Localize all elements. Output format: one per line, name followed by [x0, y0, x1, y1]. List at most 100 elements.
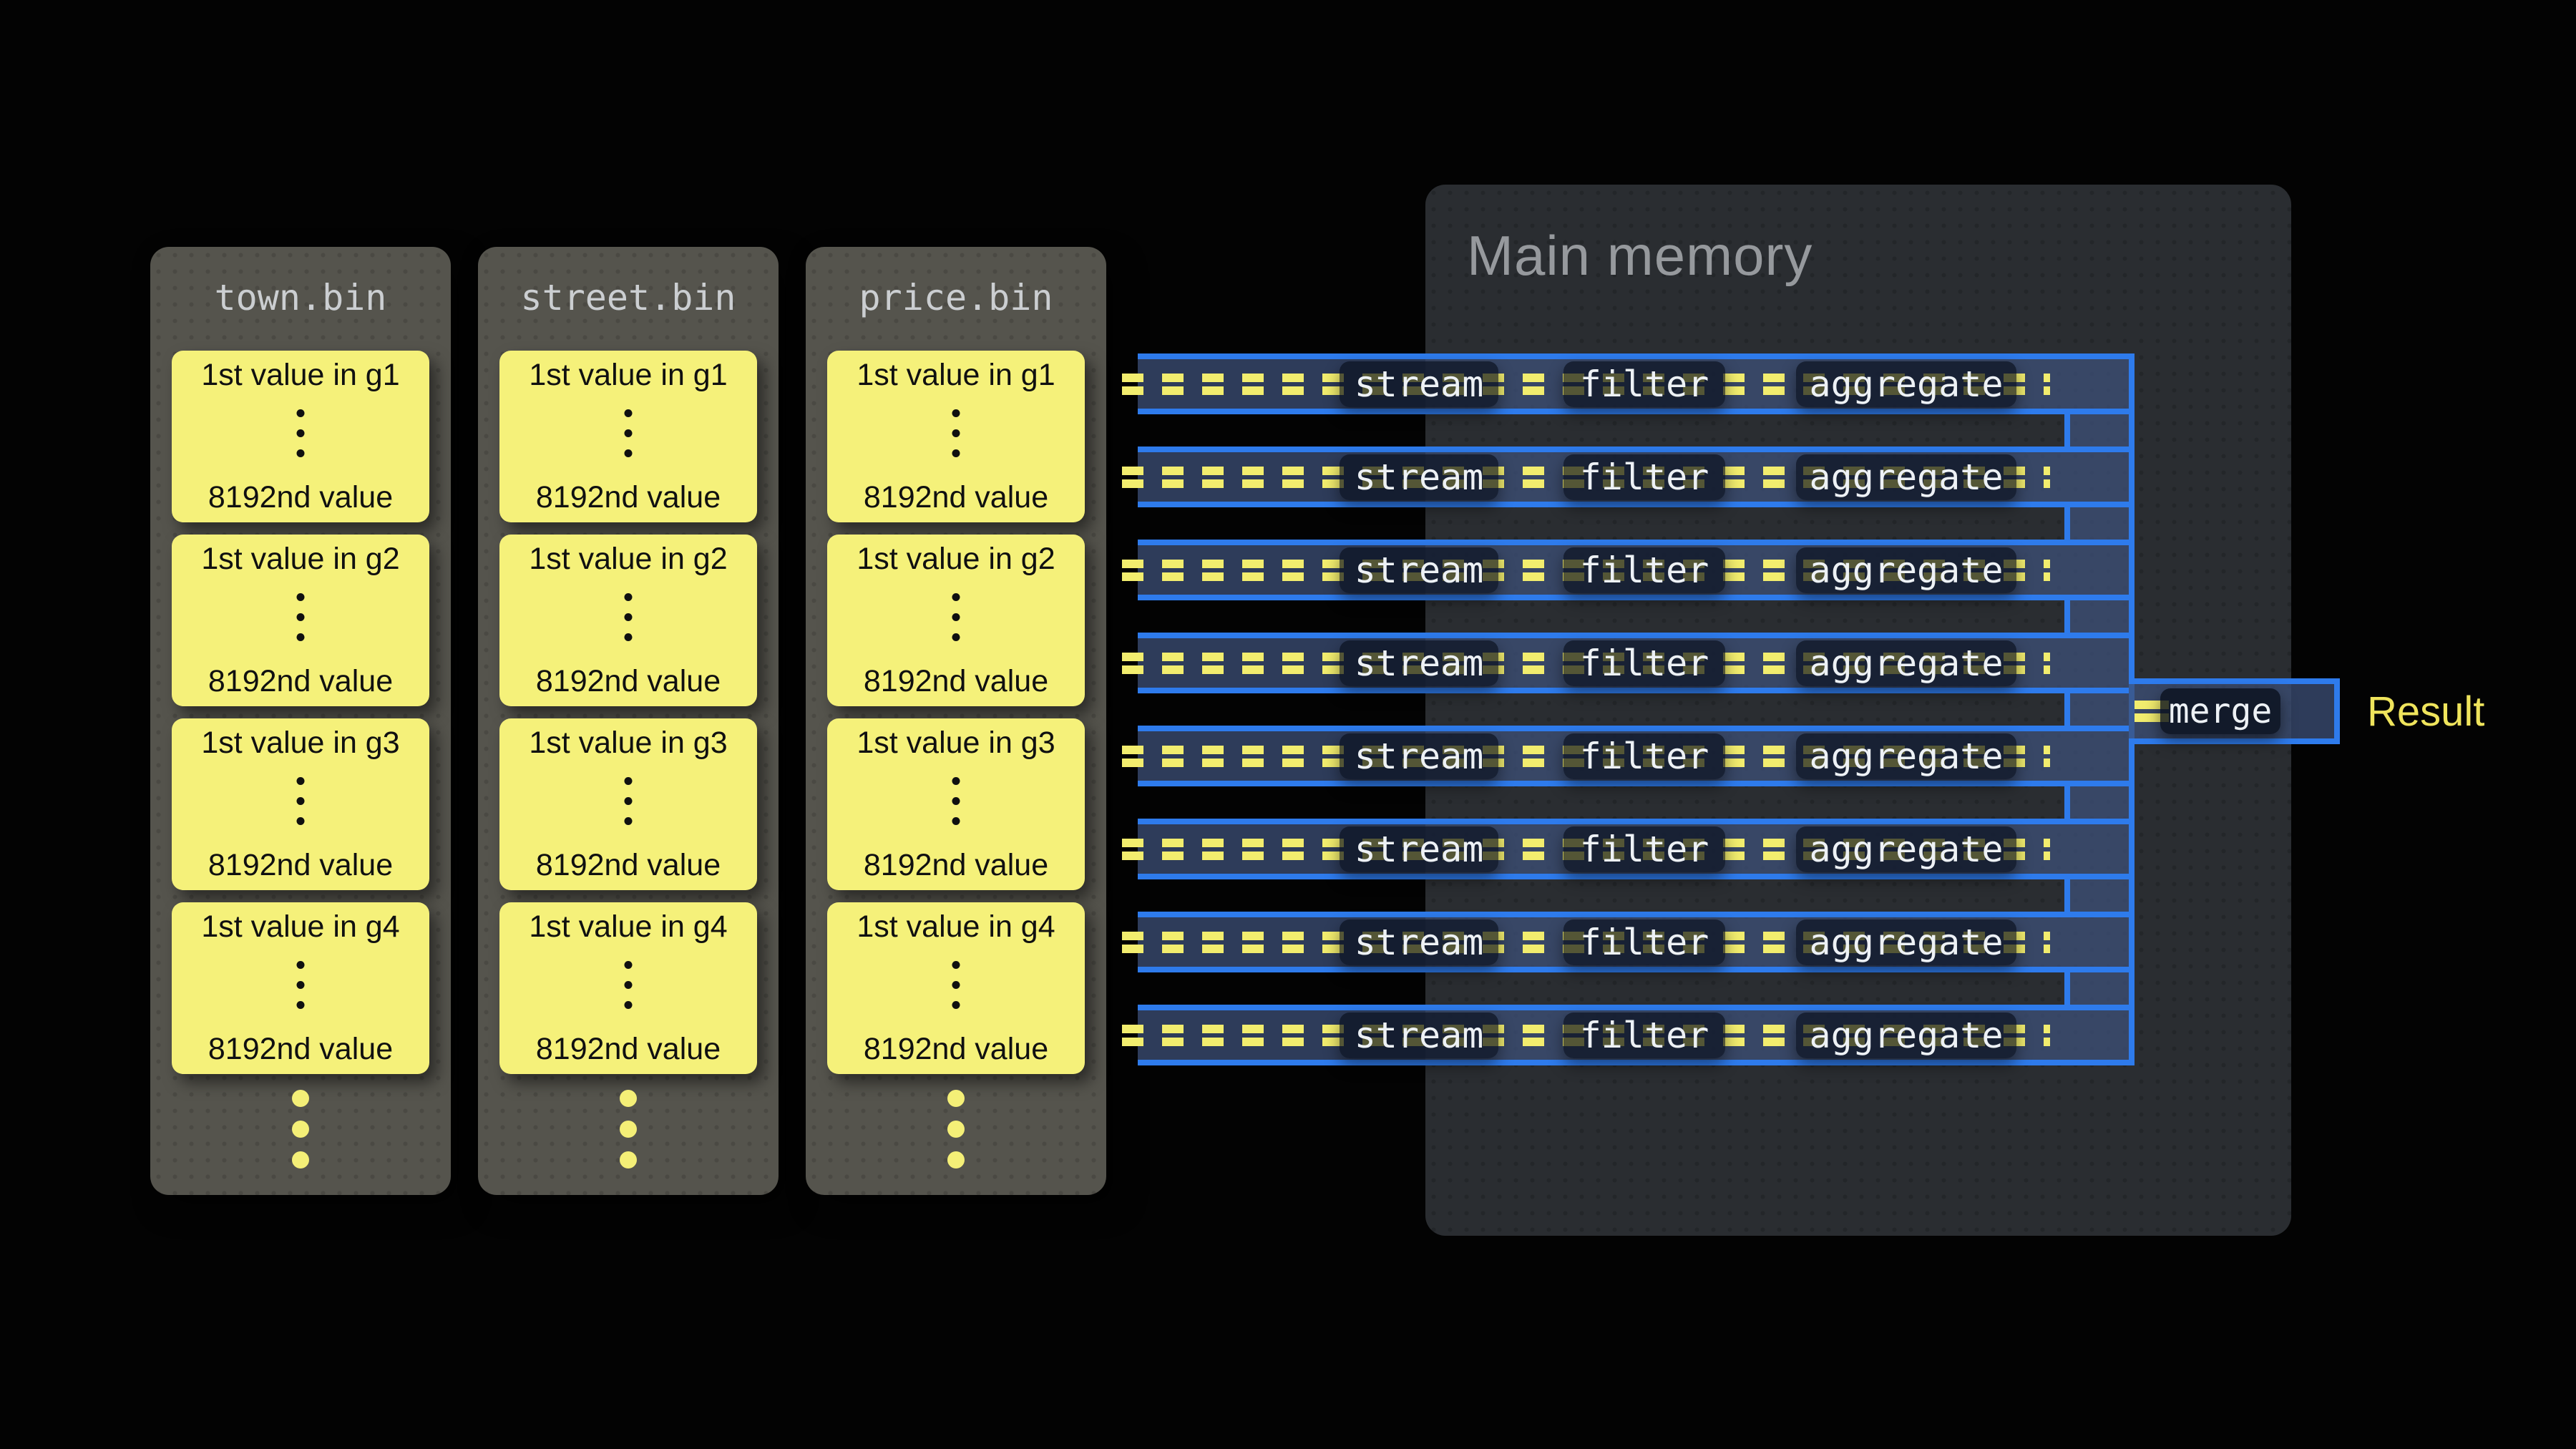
stream-node: stream — [1340, 361, 1498, 407]
aggregate-label: aggregate — [1810, 1015, 2004, 1056]
ellipsis-icon — [952, 777, 960, 825]
group-last-value: 8192nd value — [172, 480, 429, 515]
group-first-value: 1st value in g1 — [499, 358, 757, 393]
filter-label: filter — [1580, 1015, 1709, 1056]
group-last-value: 8192nd value — [172, 1032, 429, 1067]
file-column-blocks: 1st value in g1 8192nd value 1st value i… — [499, 351, 757, 1074]
group-first-value: 1st value in g4 — [827, 909, 1085, 945]
value-group-block: 1st value in g4 8192nd value — [827, 902, 1085, 1074]
file-column-blocks: 1st value in g1 8192nd value 1st value i… — [172, 351, 429, 1074]
group-last-value: 8192nd value — [827, 480, 1085, 515]
stream-node: stream — [1340, 733, 1498, 779]
group-first-value: 1st value in g3 — [827, 726, 1085, 761]
filter-node: filter — [1563, 361, 1725, 407]
group-first-value: 1st value in g2 — [499, 542, 757, 577]
filter-label: filter — [1580, 364, 1709, 405]
result-label: Result — [2367, 678, 2484, 744]
stream-node: stream — [1340, 919, 1498, 965]
pipeline-spine-segment — [2064, 507, 2135, 540]
filter-node: filter — [1563, 547, 1725, 593]
aggregate-node: aggregate — [1796, 640, 2016, 686]
ellipsis-icon — [625, 777, 633, 825]
group-last-value: 8192nd value — [827, 664, 1085, 699]
value-group-block: 1st value in g2 8192nd value — [499, 535, 757, 706]
value-group-block: 1st value in g4 8192nd value — [499, 902, 757, 1074]
aggregate-label: aggregate — [1810, 643, 2004, 684]
group-last-value: 8192nd value — [499, 848, 757, 883]
column-ellipsis-icon — [947, 1090, 965, 1169]
aggregate-node: aggregate — [1796, 733, 2016, 779]
aggregate-node: aggregate — [1796, 361, 2016, 407]
aggregate-node: aggregate — [1796, 826, 2016, 872]
filter-node: filter — [1563, 1013, 1725, 1058]
aggregate-node: aggregate — [1796, 547, 2016, 593]
stream-node: stream — [1340, 826, 1498, 872]
stream-label: stream — [1355, 1015, 1484, 1056]
pipeline-spine-segment — [2064, 879, 2135, 912]
stream-node: stream — [1340, 640, 1498, 686]
value-group-block: 1st value in g3 8192nd value — [827, 718, 1085, 890]
ellipsis-icon — [297, 777, 305, 825]
aggregate-node: aggregate — [1796, 454, 2016, 500]
column-ellipsis-icon — [292, 1090, 309, 1169]
pipeline-spine-segment — [2064, 693, 2135, 726]
ellipsis-icon — [625, 593, 633, 641]
group-last-value: 8192nd value — [499, 480, 757, 515]
pipeline-spine-segment — [2064, 600, 2135, 633]
column-ellipsis-icon — [620, 1090, 637, 1169]
stream-label: stream — [1355, 364, 1484, 405]
group-last-value: 8192nd value — [827, 1032, 1085, 1067]
pipeline-spine-segment — [2064, 414, 2135, 447]
group-last-value: 8192nd value — [827, 848, 1085, 883]
ellipsis-icon — [952, 409, 960, 457]
group-first-value: 1st value in g4 — [172, 909, 429, 945]
value-group-block: 1st value in g3 8192nd value — [499, 718, 757, 890]
ellipsis-icon — [952, 593, 960, 641]
file-column-title: town.bin — [150, 277, 451, 318]
aggregate-label: aggregate — [1810, 457, 2004, 498]
filter-label: filter — [1580, 550, 1709, 591]
filter-node: filter — [1563, 826, 1725, 872]
ellipsis-icon — [625, 961, 633, 1009]
pipeline-comb: stream filter aggregate stream filter ag… — [1138, 353, 2135, 1065]
group-last-value: 8192nd value — [172, 848, 429, 883]
pipeline-row: stream filter aggregate — [1138, 1005, 2135, 1065]
group-first-value: 1st value in g4 — [499, 909, 757, 945]
stream-node: stream — [1340, 1013, 1498, 1058]
aggregate-label: aggregate — [1810, 922, 2004, 963]
pipeline-row: stream filter aggregate — [1138, 633, 2135, 693]
merge-label: merge — [2169, 691, 2273, 731]
value-group-block: 1st value in g2 8192nd value — [827, 535, 1085, 706]
value-group-block: 1st value in g2 8192nd value — [172, 535, 429, 706]
ellipsis-icon — [297, 961, 305, 1009]
value-group-block: 1st value in g3 8192nd value — [172, 718, 429, 890]
value-group-block: 1st value in g1 8192nd value — [172, 351, 429, 522]
group-first-value: 1st value in g1 — [827, 358, 1085, 393]
group-first-value: 1st value in g1 — [172, 358, 429, 393]
group-first-value: 1st value in g2 — [172, 542, 429, 577]
stream-label: stream — [1355, 457, 1484, 498]
ellipsis-icon — [297, 409, 305, 457]
diagram-canvas: Main memory town.bin 1st value in g1 819… — [0, 0, 2576, 1449]
group-last-value: 8192nd value — [172, 664, 429, 699]
stream-label: stream — [1355, 829, 1484, 870]
file-column-price-bin: price.bin 1st value in g1 8192nd value 1… — [806, 247, 1106, 1195]
ellipsis-icon — [952, 961, 960, 1009]
stream-node: stream — [1340, 454, 1498, 500]
ellipsis-icon — [625, 409, 633, 457]
aggregate-node: aggregate — [1796, 1013, 2016, 1058]
file-column-blocks: 1st value in g1 8192nd value 1st value i… — [827, 351, 1085, 1074]
stream-label: stream — [1355, 922, 1484, 963]
group-first-value: 1st value in g2 — [827, 542, 1085, 577]
filter-label: filter — [1580, 736, 1709, 777]
filter-label: filter — [1580, 643, 1709, 684]
aggregate-label: aggregate — [1810, 550, 2004, 591]
file-column-title: street.bin — [478, 277, 779, 318]
group-first-value: 1st value in g3 — [172, 726, 429, 761]
aggregate-label: aggregate — [1810, 736, 2004, 777]
aggregate-node: aggregate — [1796, 919, 2016, 965]
stream-label: stream — [1355, 550, 1484, 591]
stream-label: stream — [1355, 736, 1484, 777]
pipeline-row: stream filter aggregate — [1138, 447, 2135, 507]
filter-node: filter — [1563, 640, 1725, 686]
